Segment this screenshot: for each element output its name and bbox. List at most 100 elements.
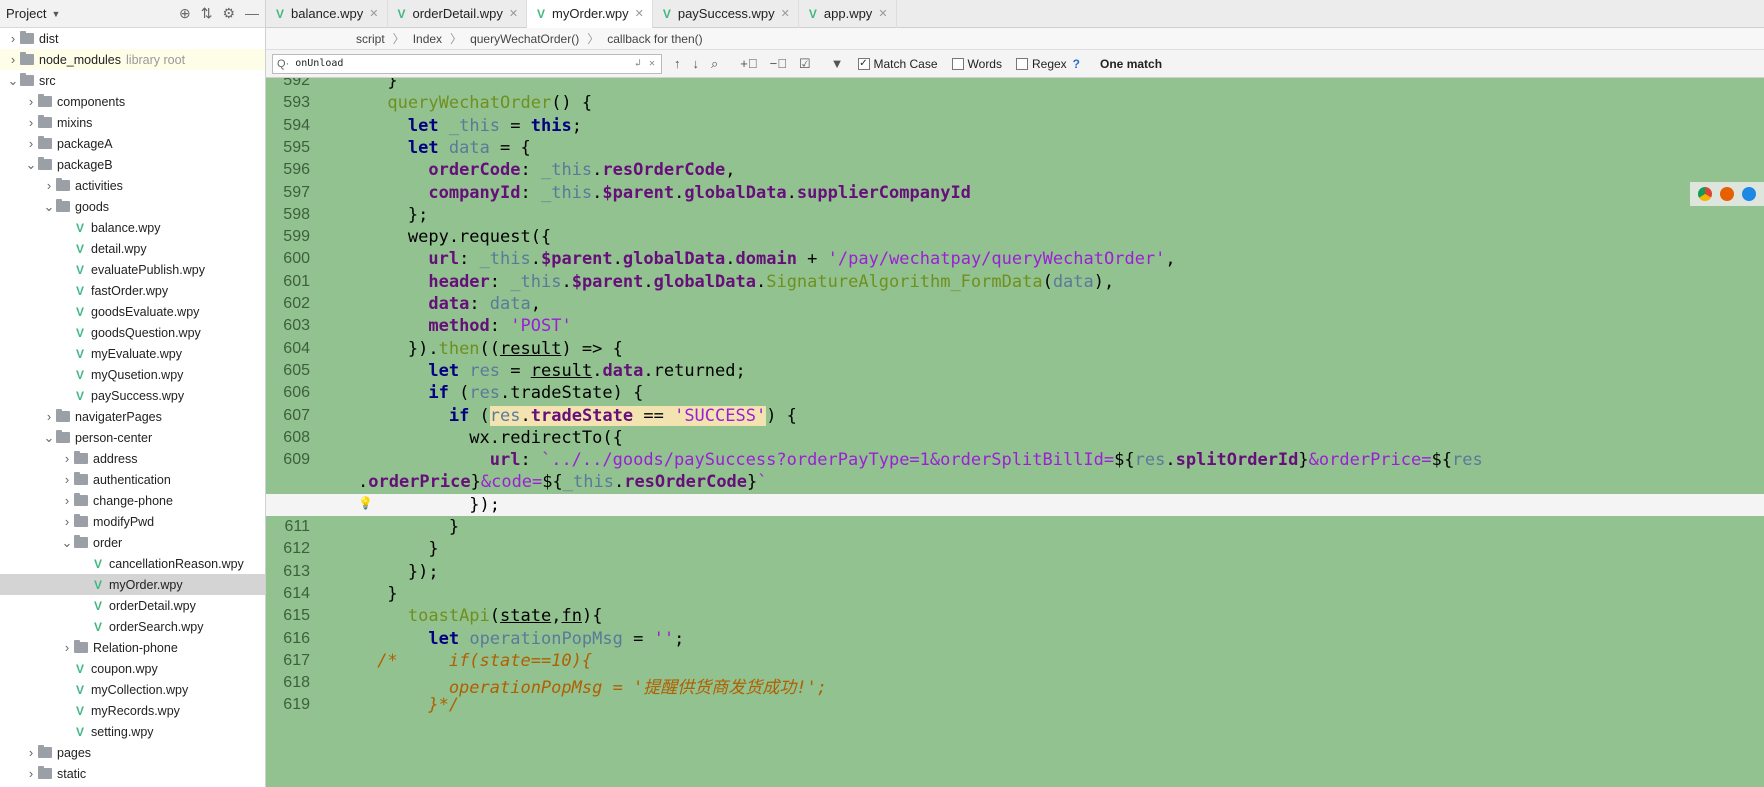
code-line[interactable]: let data = { bbox=[326, 138, 531, 158]
filter-icon[interactable]: ▼ bbox=[831, 56, 844, 71]
tree-file[interactable]: VmyRecords.wpy bbox=[0, 700, 265, 721]
tree-file[interactable]: VevaluatePublish.wpy bbox=[0, 259, 265, 280]
chevron-right-icon[interactable]: › bbox=[24, 115, 38, 130]
code-line[interactable]: let res = result.data.returned; bbox=[326, 361, 745, 381]
find-all-icon[interactable]: ⌕ bbox=[711, 56, 718, 72]
tree-folder[interactable]: › address bbox=[0, 448, 265, 469]
project-title[interactable]: Project bbox=[6, 6, 46, 21]
editor-tab[interactable]: Vbalance.wpy ✕ bbox=[266, 0, 388, 28]
arrow-down-icon[interactable]: ↓ bbox=[693, 56, 700, 71]
code-line[interactable]: url: _this.$parent.globalData.domain + '… bbox=[326, 249, 1175, 269]
tree-folder[interactable]: › packageA bbox=[0, 133, 265, 154]
editor-tab[interactable]: VpaySuccess.wpy ✕ bbox=[653, 0, 799, 28]
tree-file[interactable]: VgoodsEvaluate.wpy bbox=[0, 301, 265, 322]
breadcrumb-item[interactable]: queryWechatOrder() bbox=[470, 32, 579, 46]
code-line[interactable]: if (res.tradeState) { bbox=[326, 383, 643, 403]
code-line[interactable]: }).then((result) => { bbox=[326, 339, 623, 359]
remove-occurrence-icon[interactable]: −⃞ bbox=[770, 56, 787, 71]
tree-file[interactable]: VgoodsQuestion.wpy bbox=[0, 322, 265, 343]
tree-folder[interactable]: › authentication bbox=[0, 469, 265, 490]
tree-folder[interactable]: ⌄ goods bbox=[0, 196, 265, 217]
tree-file[interactable]: VmyEvaluate.wpy bbox=[0, 343, 265, 364]
lightbulb-icon[interactable]: 💡 bbox=[358, 496, 373, 510]
breadcrumb-item[interactable]: script bbox=[356, 32, 385, 46]
safari-icon[interactable] bbox=[1742, 187, 1756, 201]
tree-file[interactable]: VmyCollection.wpy bbox=[0, 679, 265, 700]
code-line[interactable]: orderCode: _this.resOrderCode, bbox=[326, 160, 735, 180]
code-line[interactable]: }); bbox=[326, 562, 439, 582]
code-line[interactable]: queryWechatOrder() { bbox=[326, 93, 592, 113]
tree-file[interactable]: Vdetail.wpy bbox=[0, 238, 265, 259]
code-line[interactable]: let _this = this; bbox=[326, 116, 582, 136]
tree-file[interactable]: VorderDetail.wpy bbox=[0, 595, 265, 616]
tree-file[interactable]: VmyOrder.wpy bbox=[0, 574, 265, 595]
chevron-right-icon[interactable]: › bbox=[60, 472, 74, 487]
tree-folder[interactable]: ⌄ packageB bbox=[0, 154, 265, 175]
chevron-right-icon[interactable]: › bbox=[60, 514, 74, 529]
gear-icon[interactable]: ⚙ bbox=[222, 5, 235, 22]
chevron-right-icon[interactable]: › bbox=[60, 451, 74, 466]
add-occurrence-icon[interactable]: +⃞ bbox=[740, 56, 757, 71]
chrome-icon[interactable] bbox=[1698, 187, 1712, 201]
match-case-checkbox[interactable]: ✓ Match Case bbox=[857, 57, 938, 71]
code-line[interactable]: /* if(state==10){ bbox=[326, 651, 592, 671]
close-icon[interactable]: ✕ bbox=[509, 7, 518, 20]
code-line[interactable]: wx.redirectTo({ bbox=[326, 428, 623, 448]
arrow-up-icon[interactable]: ↑ bbox=[674, 56, 681, 71]
locate-icon[interactable]: ⊕ bbox=[179, 5, 191, 22]
chevron-down-icon[interactable]: ⌄ bbox=[6, 73, 20, 89]
chevron-down-icon[interactable]: ⌄ bbox=[60, 535, 74, 551]
code-line[interactable]: method: 'POST' bbox=[326, 316, 571, 336]
regex-checkbox[interactable]: Regex ? bbox=[1015, 57, 1080, 71]
tree-folder[interactable]: › static bbox=[0, 763, 265, 784]
chevron-right-icon[interactable]: › bbox=[24, 136, 38, 151]
tree-folder[interactable]: ⌄ src bbox=[0, 70, 265, 91]
tree-file[interactable]: Vcoupon.wpy bbox=[0, 658, 265, 679]
close-icon[interactable]: ✕ bbox=[781, 7, 790, 20]
tree-file[interactable]: VfastOrder.wpy bbox=[0, 280, 265, 301]
collapse-all-icon[interactable]: ⇅ bbox=[201, 5, 213, 22]
code-line[interactable]: url: `../../goods/paySuccess?orderPayTyp… bbox=[326, 450, 1483, 470]
tree-file[interactable]: VcancellationReason.wpy bbox=[0, 553, 265, 574]
code-editor[interactable]: 592 593 594 595 596 597 598 599 600 601 602 603 604 6… bbox=[266, 78, 1764, 787]
chevron-right-icon[interactable]: › bbox=[24, 766, 38, 781]
chevron-right-icon[interactable]: › bbox=[6, 52, 20, 67]
chevron-right-icon[interactable]: › bbox=[60, 640, 74, 655]
words-checkbox[interactable]: Words bbox=[951, 57, 1002, 71]
chevron-down-icon[interactable]: ▼ bbox=[51, 9, 60, 19]
breadcrumb-item[interactable]: callback for then() bbox=[607, 32, 702, 46]
hide-panel-icon[interactable]: — bbox=[245, 5, 259, 22]
breadcrumb-item[interactable]: Index bbox=[413, 32, 442, 46]
tree-folder[interactable]: › mixins bbox=[0, 112, 265, 133]
editor-tab[interactable]: VorderDetail.wpy ✕ bbox=[388, 0, 528, 28]
code-line[interactable]: if (res.tradeState == 'SUCCESS') { bbox=[326, 405, 797, 426]
tree-file[interactable]: Vbalance.wpy bbox=[0, 217, 265, 238]
code-line[interactable]: }; bbox=[326, 205, 428, 225]
close-icon[interactable]: ✕ bbox=[635, 7, 644, 20]
editor-tab[interactable]: VmyOrder.wpy ✕ bbox=[527, 0, 653, 28]
chevron-right-icon[interactable]: › bbox=[6, 31, 20, 46]
code-line[interactable]: operationPopMsg = '提醒供货商发货成功!'; bbox=[326, 673, 827, 698]
code-line[interactable]: } bbox=[326, 539, 438, 559]
tree-folder[interactable]: › modifyPwd bbox=[0, 511, 265, 532]
tree-folder[interactable]: › pages bbox=[0, 742, 265, 763]
close-icon[interactable]: ✕ bbox=[369, 7, 378, 20]
tree-folder[interactable]: › navigaterPages bbox=[0, 406, 265, 427]
chevron-right-icon[interactable]: › bbox=[24, 745, 38, 760]
chevron-right-icon[interactable]: › bbox=[42, 409, 56, 424]
tree-file[interactable]: Vsetting.wpy bbox=[0, 721, 265, 742]
tree-folder[interactable]: ⌄ order bbox=[0, 532, 265, 553]
select-all-occurrences-icon[interactable]: ☑ bbox=[799, 56, 811, 72]
tree-folder[interactable]: › node_modules library root bbox=[0, 49, 265, 70]
code-line[interactable]: header: _this.$parent.globalData.Signatu… bbox=[326, 272, 1114, 292]
code-line[interactable]: } bbox=[326, 584, 397, 604]
code-line[interactable]: data: data, bbox=[326, 294, 541, 314]
chevron-right-icon[interactable]: › bbox=[24, 94, 38, 109]
history-icon[interactable]: ↲ bbox=[635, 58, 641, 69]
code-line[interactable]: }*/ bbox=[326, 695, 459, 715]
chevron-right-icon[interactable]: › bbox=[60, 493, 74, 508]
tree-folder[interactable]: ⌄ person-center bbox=[0, 427, 265, 448]
find-input[interactable]: Q· onUnload ↲ ✕ bbox=[272, 53, 662, 74]
clear-icon[interactable]: ✕ bbox=[649, 58, 655, 69]
tree-folder[interactable]: › change-phone bbox=[0, 490, 265, 511]
